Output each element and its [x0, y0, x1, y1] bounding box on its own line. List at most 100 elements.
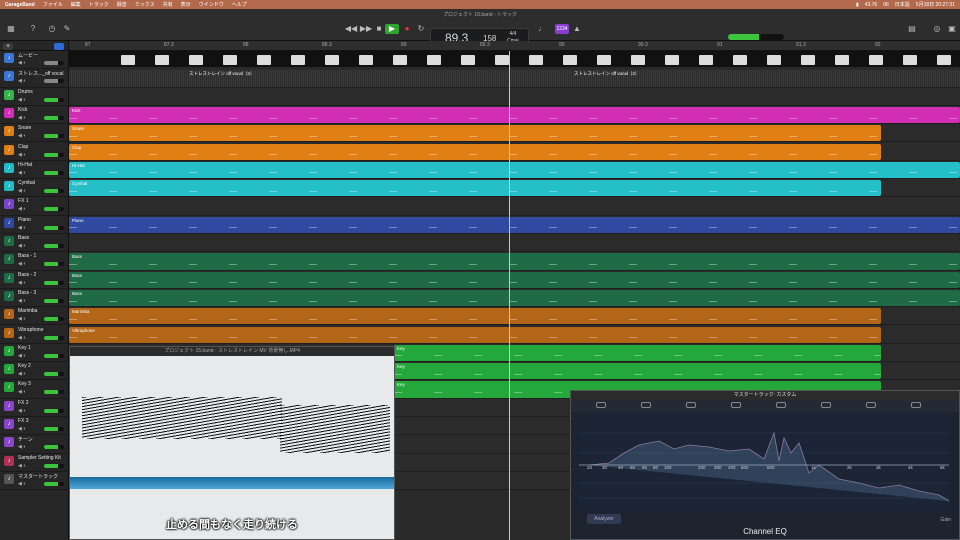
track-header[interactable]: ♪ Bass - 2 ◀ ◐: [0, 271, 69, 289]
mute-solo-icons[interactable]: ◀ ◐: [18, 188, 26, 194]
cymbal-region[interactable]: Cymbal: [69, 180, 881, 197]
track-volume-slider[interactable]: [44, 427, 64, 431]
ruler[interactable]: 87 87.3 88 88.3 89 89.3 90 90.3 91 91.3 92: [69, 41, 960, 51]
track-header[interactable]: ♪ Bass - 3 ◀ ◐: [0, 289, 69, 308]
battery-icon[interactable]: ▮: [856, 2, 859, 8]
track-volume-slider[interactable]: [44, 372, 64, 377]
track-lane[interactable]: [69, 234, 960, 253]
channel-eq-window[interactable]: マスタートラック: カスタム 20 30 40 50 60 80 100 200 300 400 5…: [570, 390, 960, 540]
track-header[interactable]: ♪ ストレス..._off vocal ◀ ◐: [0, 69, 69, 88]
track-name[interactable]: Key 1: [18, 345, 31, 351]
kick-region[interactable]: Kick: [69, 106, 960, 124]
mute-solo-icons[interactable]: ◀ ◐: [18, 335, 26, 341]
mute-solo-icons[interactable]: ◀ ◐: [18, 152, 26, 158]
mute-solo-icons[interactable]: ◀ ◐: [18, 261, 26, 267]
track-volume-slider[interactable]: [44, 79, 64, 84]
key-region[interactable]: Key: [394, 363, 881, 380]
menu-edit[interactable]: 編集: [71, 1, 81, 8]
menu-record[interactable]: 録音: [117, 1, 127, 8]
track-header[interactable]: ♪ Key 3 ◀ ◐: [0, 380, 69, 399]
track-header[interactable]: ♪ ムービー ◀ ◐: [0, 51, 69, 70]
mute-solo-icons[interactable]: ◀ ◐: [18, 408, 26, 414]
smart-controls-icon[interactable]: ◷: [45, 24, 59, 34]
track-header[interactable]: ♪ FX 1 ◀ ◐: [0, 197, 69, 216]
track-name[interactable]: Cymbal: [18, 180, 35, 186]
mute-solo-icons[interactable]: ◀ ◐: [18, 225, 26, 231]
movie-window[interactable]: プロジェクト 15.band - ストレストレイン MV 背景無し.MP4 止め…: [69, 346, 395, 540]
track-volume-slider[interactable]: [44, 152, 64, 157]
record-button[interactable]: ●: [400, 24, 414, 34]
cycle-button[interactable]: ↻: [414, 24, 428, 34]
track-name[interactable]: チーン: [18, 436, 33, 443]
track-volume-slider[interactable]: [44, 262, 64, 267]
bass-region[interactable]: Bass: [69, 271, 960, 288]
track-name[interactable]: FX 2: [18, 400, 29, 406]
track-name[interactable]: Bass: [18, 235, 29, 241]
mute-solo-icons[interactable]: ◀ ◐: [18, 60, 26, 66]
eq-graph[interactable]: [579, 413, 949, 511]
menu-view[interactable]: 表示: [181, 1, 191, 8]
track-header[interactable]: ♪ マスタートラック ◀ ◐: [0, 472, 69, 491]
mute-solo-icons[interactable]: ◀ ◐: [18, 115, 26, 121]
mute-solo-icons[interactable]: ◀ ◐: [18, 243, 26, 249]
track-name[interactable]: FX 1: [18, 198, 29, 204]
mute-solo-icons[interactable]: ◀ ◐: [18, 133, 26, 139]
mute-solo-icons[interactable]: ◀ ◐: [18, 389, 26, 395]
track-volume-slider[interactable]: [44, 481, 64, 486]
track-volume-slider[interactable]: [44, 463, 64, 468]
menu-share[interactable]: 共有: [163, 1, 173, 8]
eq-band-8[interactable]: [911, 402, 921, 408]
clap-region[interactable]: Clap: [69, 143, 881, 160]
loop-browser-icon[interactable]: ◎: [930, 24, 944, 34]
track-header[interactable]: ♪ Bass - 1 ◀ ◐: [0, 252, 69, 271]
menu-app[interactable]: GarageBand: [5, 2, 35, 8]
filter-icon[interactable]: [54, 43, 64, 50]
mute-solo-icons[interactable]: ◀ ◐: [18, 97, 26, 103]
track-name[interactable]: Hi-Hat: [18, 162, 32, 168]
track-header[interactable]: ♪ FX 3 ◀ ◐: [0, 417, 69, 436]
count-in-badge[interactable]: 1234: [555, 24, 569, 34]
mute-solo-icons[interactable]: ◀ ◐: [18, 206, 26, 212]
mute-solo-icons[interactable]: ◀ ◐: [18, 78, 26, 84]
menu-mix[interactable]: ミックス: [135, 1, 155, 8]
menu-window[interactable]: ウインドウ: [199, 1, 224, 8]
bass-region[interactable]: Bass: [69, 253, 960, 270]
track-name[interactable]: Bass - 1: [18, 253, 36, 259]
analyzer-button[interactable]: Analyzer: [587, 514, 621, 524]
library-icon[interactable]: ▦: [4, 24, 18, 34]
metronome-icon[interactable]: ▲: [570, 24, 584, 34]
track-header[interactable]: ♪ チーン ◀ ◐: [0, 435, 69, 454]
editors-icon[interactable]: ✎: [60, 24, 74, 34]
track-name[interactable]: Kick: [18, 107, 27, 113]
eq-band-2[interactable]: [641, 402, 651, 408]
track-name[interactable]: マスタートラック: [18, 473, 58, 480]
track-volume-slider[interactable]: [44, 170, 64, 175]
track-header[interactable]: ♪ Key 2 ◀ ◐: [0, 362, 69, 381]
track-header[interactable]: ♪ Cymbal ◀ ◐: [0, 179, 69, 198]
piano-region[interactable]: Piano: [69, 216, 960, 233]
add-track-button[interactable]: +: [3, 43, 13, 50]
track-header[interactable]: ♪ Vibraphone ◀ ◐: [0, 326, 69, 344]
track-name[interactable]: Marimba: [18, 308, 37, 314]
forward-button[interactable]: ▶▶: [359, 24, 373, 34]
master-volume-slider[interactable]: [728, 34, 784, 40]
eq-band-4[interactable]: [731, 402, 741, 408]
track-name[interactable]: FX 3: [18, 418, 29, 424]
tuner-icon[interactable]: ♩: [535, 24, 549, 34]
track-name[interactable]: ムービー: [18, 52, 38, 59]
track-name[interactable]: Snare: [18, 125, 31, 131]
track-volume-slider[interactable]: [44, 207, 64, 212]
track-volume-slider[interactable]: [44, 408, 64, 413]
track-header[interactable]: ♪ Key 1 ◀ ◐: [0, 344, 69, 363]
track-volume-slider[interactable]: [44, 317, 64, 322]
track-header[interactable]: ♪ FX 2 ◀ ◐: [0, 399, 69, 417]
track-name[interactable]: Sampler Setting Kit: [18, 455, 61, 461]
track-header[interactable]: ♪ Drums ◀ ◐: [0, 88, 69, 106]
track-header[interactable]: ♪ Marimba ◀ ◐: [0, 307, 69, 326]
track-name[interactable]: Key 3: [18, 381, 31, 387]
track-name[interactable]: Piano: [18, 217, 31, 223]
key-region[interactable]: Key: [394, 344, 881, 362]
track-volume-slider[interactable]: [44, 61, 64, 65]
play-button[interactable]: ▶: [385, 24, 399, 34]
help-icon[interactable]: ?: [26, 24, 40, 34]
